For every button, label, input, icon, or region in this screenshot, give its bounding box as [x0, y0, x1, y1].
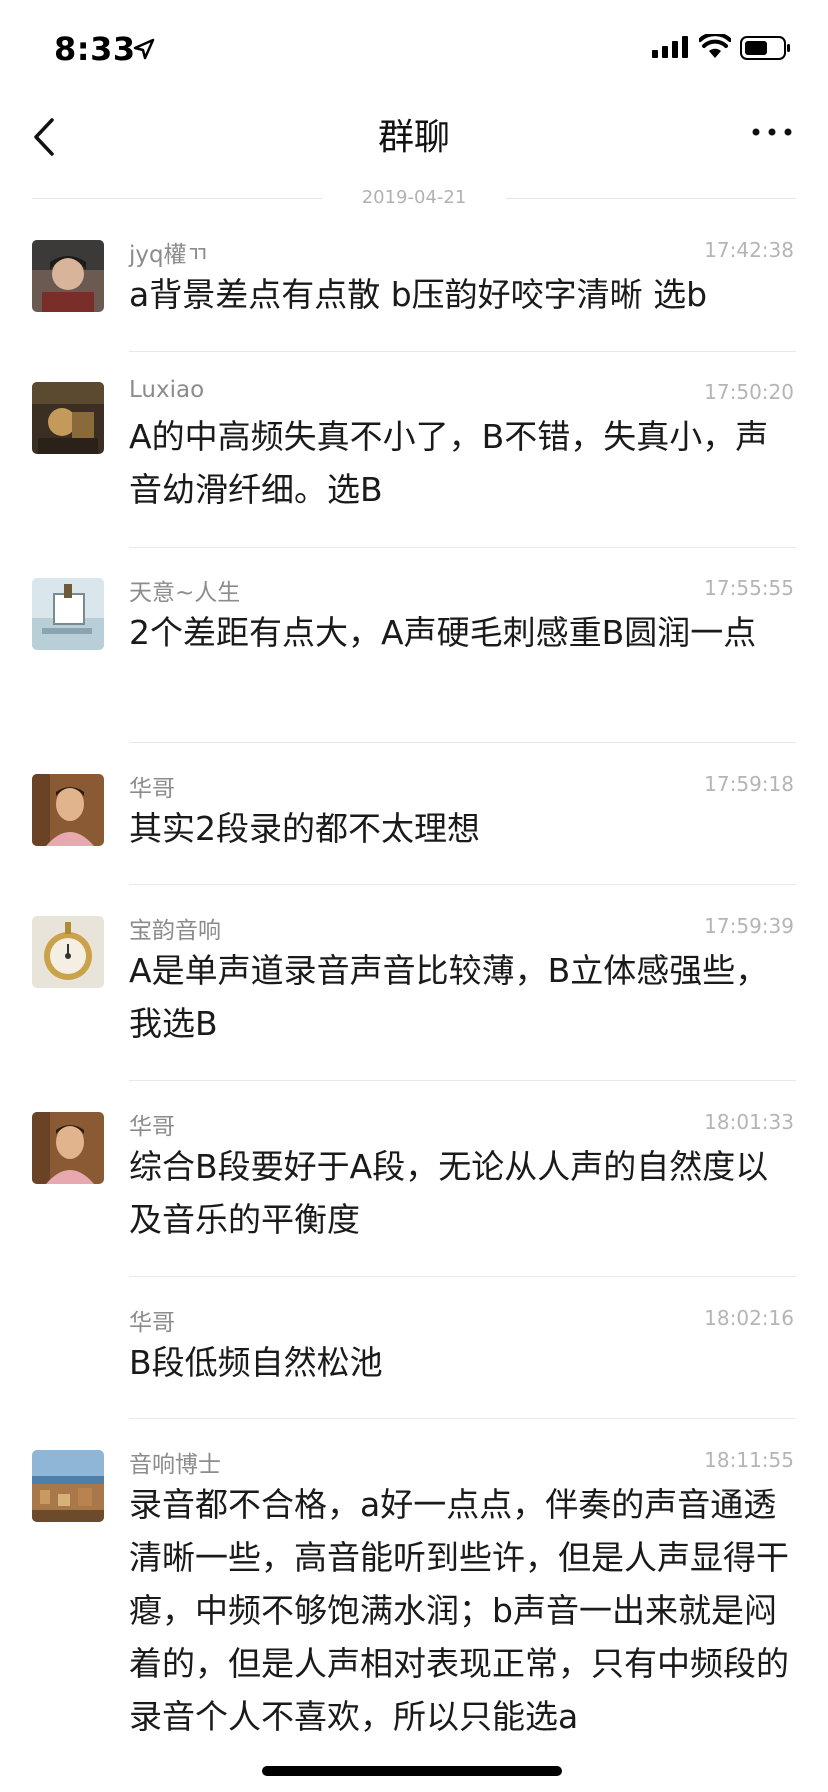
- wifi-icon: [699, 34, 731, 58]
- divider: [129, 1276, 796, 1277]
- location-arrow-icon: [133, 38, 155, 60]
- message-text: 录音都不合格，a好一点点，伴奏的声音通透清晰一些，高音能听到些许，但是人声显得干…: [129, 1485, 789, 1736]
- page-title: 群聊: [377, 117, 450, 158]
- avatar[interactable]: [32, 578, 104, 650]
- divider: [129, 351, 796, 352]
- home-indicator[interactable]: [262, 1766, 562, 1776]
- message-time: 17:50:20: [704, 380, 794, 404]
- message-text: A是单声道录音声音比较薄，B立体感强些，我选B: [129, 951, 769, 1043]
- avatar[interactable]: [32, 774, 104, 846]
- message-text: 其实2段录的都不太理想: [129, 809, 480, 848]
- nav-bar: 群聊: [0, 100, 828, 190]
- divider: [129, 742, 796, 743]
- sender-name: 华哥: [129, 776, 175, 802]
- message-text: a背景差点有点散 b压韵好咬字清晰 选b: [129, 275, 708, 314]
- status-bar: 8:33: [0, 0, 828, 100]
- divider: [129, 1080, 796, 1081]
- message-text: 综合B段要好于A段，无论从人声的自然度以及音乐的平衡度: [129, 1147, 769, 1239]
- divider: [506, 198, 796, 199]
- message-time: 17:59:18: [704, 772, 794, 796]
- message-time: 18:02:16: [704, 1306, 794, 1330]
- sender-name: Luxiao: [129, 377, 205, 403]
- status-time: 8:33: [54, 30, 136, 68]
- sender-name: 天意~人生: [129, 580, 241, 606]
- message-time: 18:11:55: [704, 1448, 794, 1472]
- avatar[interactable]: [32, 1450, 104, 1522]
- message-time: 17:42:38: [704, 238, 794, 262]
- avatar[interactable]: [32, 916, 104, 988]
- sender-name: 宝韵音响: [129, 918, 221, 944]
- message-text: B段低频自然松池: [129, 1343, 383, 1382]
- message-text: A的中高频失真不小了，B不错，失真小，声音幼滑纤细。选B: [129, 417, 769, 509]
- divider: [129, 547, 796, 548]
- divider: [129, 1418, 796, 1419]
- message-time: 18:01:33: [704, 1110, 794, 1134]
- avatar[interactable]: [32, 240, 104, 312]
- sender-name: 音响博士: [129, 1452, 221, 1478]
- sender-name: jyq權ㄲ: [129, 242, 208, 268]
- message-time: 17:59:39: [704, 914, 794, 938]
- sender-name: 华哥: [129, 1114, 175, 1140]
- message-time: 17:55:55: [704, 576, 794, 600]
- divider: [129, 884, 796, 885]
- date-separator: 2019-04-21: [32, 184, 796, 214]
- avatar[interactable]: [32, 1112, 104, 1184]
- sender-name: 华哥: [129, 1310, 175, 1336]
- avatar[interactable]: [32, 382, 104, 454]
- more-options-icon[interactable]: [750, 122, 794, 142]
- cellular-signal-icon: [652, 36, 688, 58]
- message-text: 2个差距有点大，A声硬毛刺感重B圆润一点: [129, 613, 757, 652]
- battery-icon: [740, 36, 790, 60]
